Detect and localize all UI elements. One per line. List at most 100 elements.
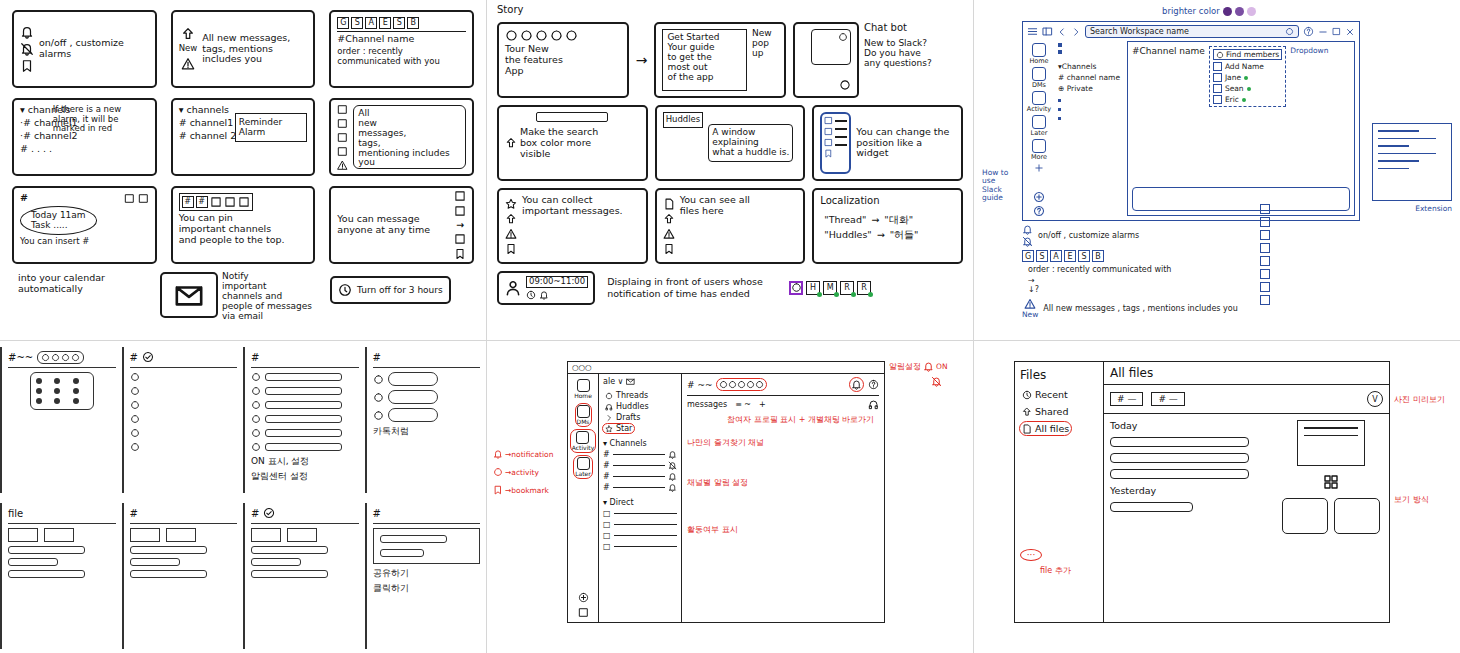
files-nav-item[interactable]: Shared <box>1020 405 1070 418</box>
guide-icon[interactable] <box>1033 205 1045 217</box>
avatar-key[interactable]: G <box>1022 250 1034 262</box>
channel-sidebar: ale ∨ThreadsHuddlesDraftsStar▾ Channels#… <box>599 374 682 622</box>
rail-item[interactable]: More <box>1031 139 1047 161</box>
sidebar-item[interactable]: Huddles <box>603 402 651 411</box>
avatar-key[interactable]: E <box>1064 250 1076 262</box>
rail-item[interactable]: Later <box>1031 115 1048 137</box>
email-note: Notifyimportantchannels andpeople of mes… <box>222 272 312 321</box>
member-item[interactable]: Eric <box>1213 95 1282 104</box>
channel-item[interactable]: # <box>603 450 677 459</box>
message-composer[interactable] <box>1132 187 1350 211</box>
avatar-key[interactable]: A <box>365 17 377 29</box>
help-icon[interactable] <box>868 379 879 390</box>
direct-item[interactable]: □ <box>603 509 677 518</box>
avatar-key[interactable]: S <box>393 17 405 29</box>
help-icon[interactable] <box>1303 26 1314 37</box>
avatar[interactable]: M <box>823 281 837 295</box>
channel-tab[interactable]: messages <box>687 400 727 409</box>
add-icon[interactable] <box>578 592 589 603</box>
bell-off-icon[interactable] <box>668 461 677 470</box>
chat-launcher-icon[interactable] <box>839 79 851 91</box>
members-dropdown[interactable]: Find membersAdd NameJaneSeanEric <box>1209 46 1286 107</box>
list-circle-icon <box>130 428 140 438</box>
bell-icon[interactable] <box>668 483 677 492</box>
check-icon[interactable] <box>263 507 275 519</box>
files-nav-item[interactable]: Recent <box>1020 388 1070 401</box>
avatar[interactable] <box>789 281 803 295</box>
rail-item[interactable]: Activity <box>1027 91 1051 113</box>
bell-icon[interactable] <box>668 472 677 481</box>
upload-button[interactable]: V <box>1367 391 1383 407</box>
sidebar-item[interactable]: Threads <box>603 391 650 400</box>
close-icon[interactable] <box>1345 27 1355 37</box>
menu-icon[interactable] <box>1027 26 1038 37</box>
rail-item[interactable]: Later <box>574 456 592 478</box>
avatar-key[interactable]: A <box>1050 250 1062 262</box>
filter-chip[interactable]: # — <box>1110 392 1143 406</box>
filter-chip[interactable]: # — <box>1151 392 1184 406</box>
sidebar-item[interactable]: # channel name <box>1058 73 1124 82</box>
pinned-channel[interactable]: # <box>182 196 194 208</box>
sidebar-item[interactable]: ⊕ Private <box>1058 84 1124 93</box>
search-box[interactable] <box>536 112 608 122</box>
snooze-frame[interactable]: Turn off for 3 hours <box>330 276 451 304</box>
sidebar-item[interactable]: Star <box>603 424 634 433</box>
avatar-key[interactable]: S <box>1036 250 1048 262</box>
channel-tab[interactable]: ≡ ~ <box>735 400 751 409</box>
rail-item[interactable]: DMs <box>576 404 591 426</box>
channel-tab[interactable]: + <box>759 400 766 409</box>
avatar-key[interactable]: E <box>379 17 391 29</box>
huddles-button[interactable]: Huddles <box>663 112 704 128</box>
member-avatars[interactable] <box>716 378 767 391</box>
avatar-key[interactable]: S <box>351 17 363 29</box>
member-item[interactable]: Jane <box>1213 73 1282 82</box>
sidebar-toggle-icon[interactable] <box>1042 26 1053 37</box>
channel-item[interactable]: # <box>603 461 677 470</box>
forward-icon[interactable] <box>1071 27 1081 37</box>
avatar[interactable]: R <box>857 281 871 295</box>
sidebar-item[interactable]: Drafts <box>603 413 642 422</box>
compose-icon[interactable] <box>626 377 635 386</box>
avatar-key[interactable]: B <box>1092 250 1104 262</box>
avatar-key[interactable]: B <box>407 17 419 29</box>
rail-item[interactable]: Activity <box>571 430 595 452</box>
avatar-key[interactable]: S <box>1078 250 1090 262</box>
add-icon[interactable] <box>1034 163 1044 173</box>
sidebar-item[interactable]: ▾Channels <box>1058 62 1124 71</box>
avatar[interactable]: R <box>840 281 854 295</box>
movable-sidebar[interactable] <box>820 112 851 174</box>
bell-icon[interactable] <box>668 450 677 459</box>
rail-item[interactable]: DMs <box>1032 67 1046 89</box>
workspace-switcher[interactable]: ale ∨ <box>603 377 677 386</box>
avatar-key[interactable]: G <box>337 17 349 29</box>
list-circle-icon <box>130 414 140 424</box>
profile-icon[interactable] <box>578 607 589 618</box>
member-item[interactable]: Add Name <box>1213 62 1282 71</box>
back-icon[interactable] <box>1057 27 1067 37</box>
warning-icon <box>663 228 675 240</box>
pinned-person-icon[interactable] <box>238 196 250 208</box>
channel-item[interactable]: # <box>603 472 677 481</box>
direct-item[interactable]: □ <box>603 542 677 551</box>
rail-item[interactable]: Home <box>1029 43 1048 65</box>
pinned-channel[interactable]: # <box>196 196 208 208</box>
member-item[interactable]: Sean <box>1213 84 1282 93</box>
huddle-icon[interactable] <box>868 399 879 410</box>
grid-view-icon[interactable] <box>1323 474 1339 490</box>
files-nav-item[interactable]: All files <box>1020 422 1071 435</box>
pinned-person-icon[interactable] <box>210 196 222 208</box>
maximize-icon[interactable] <box>1332 27 1341 36</box>
direct-item[interactable]: □ <box>603 531 677 540</box>
bell-icon[interactable] <box>851 379 862 390</box>
rail-item[interactable]: Home <box>573 378 593 400</box>
pinned-person-icon[interactable] <box>224 196 236 208</box>
check-icon[interactable] <box>142 351 154 363</box>
minimize-icon[interactable] <box>1318 27 1328 37</box>
avatar[interactable]: H <box>806 281 820 295</box>
direct-item[interactable]: □ <box>603 520 677 529</box>
channel-item[interactable]: # <box>603 483 677 492</box>
search-box[interactable]: Search Workspace name <box>1085 25 1299 38</box>
new-message-icon[interactable] <box>1033 191 1045 203</box>
bell-off-icon <box>1022 236 1033 247</box>
more-button[interactable]: ··· <box>1020 549 1042 561</box>
